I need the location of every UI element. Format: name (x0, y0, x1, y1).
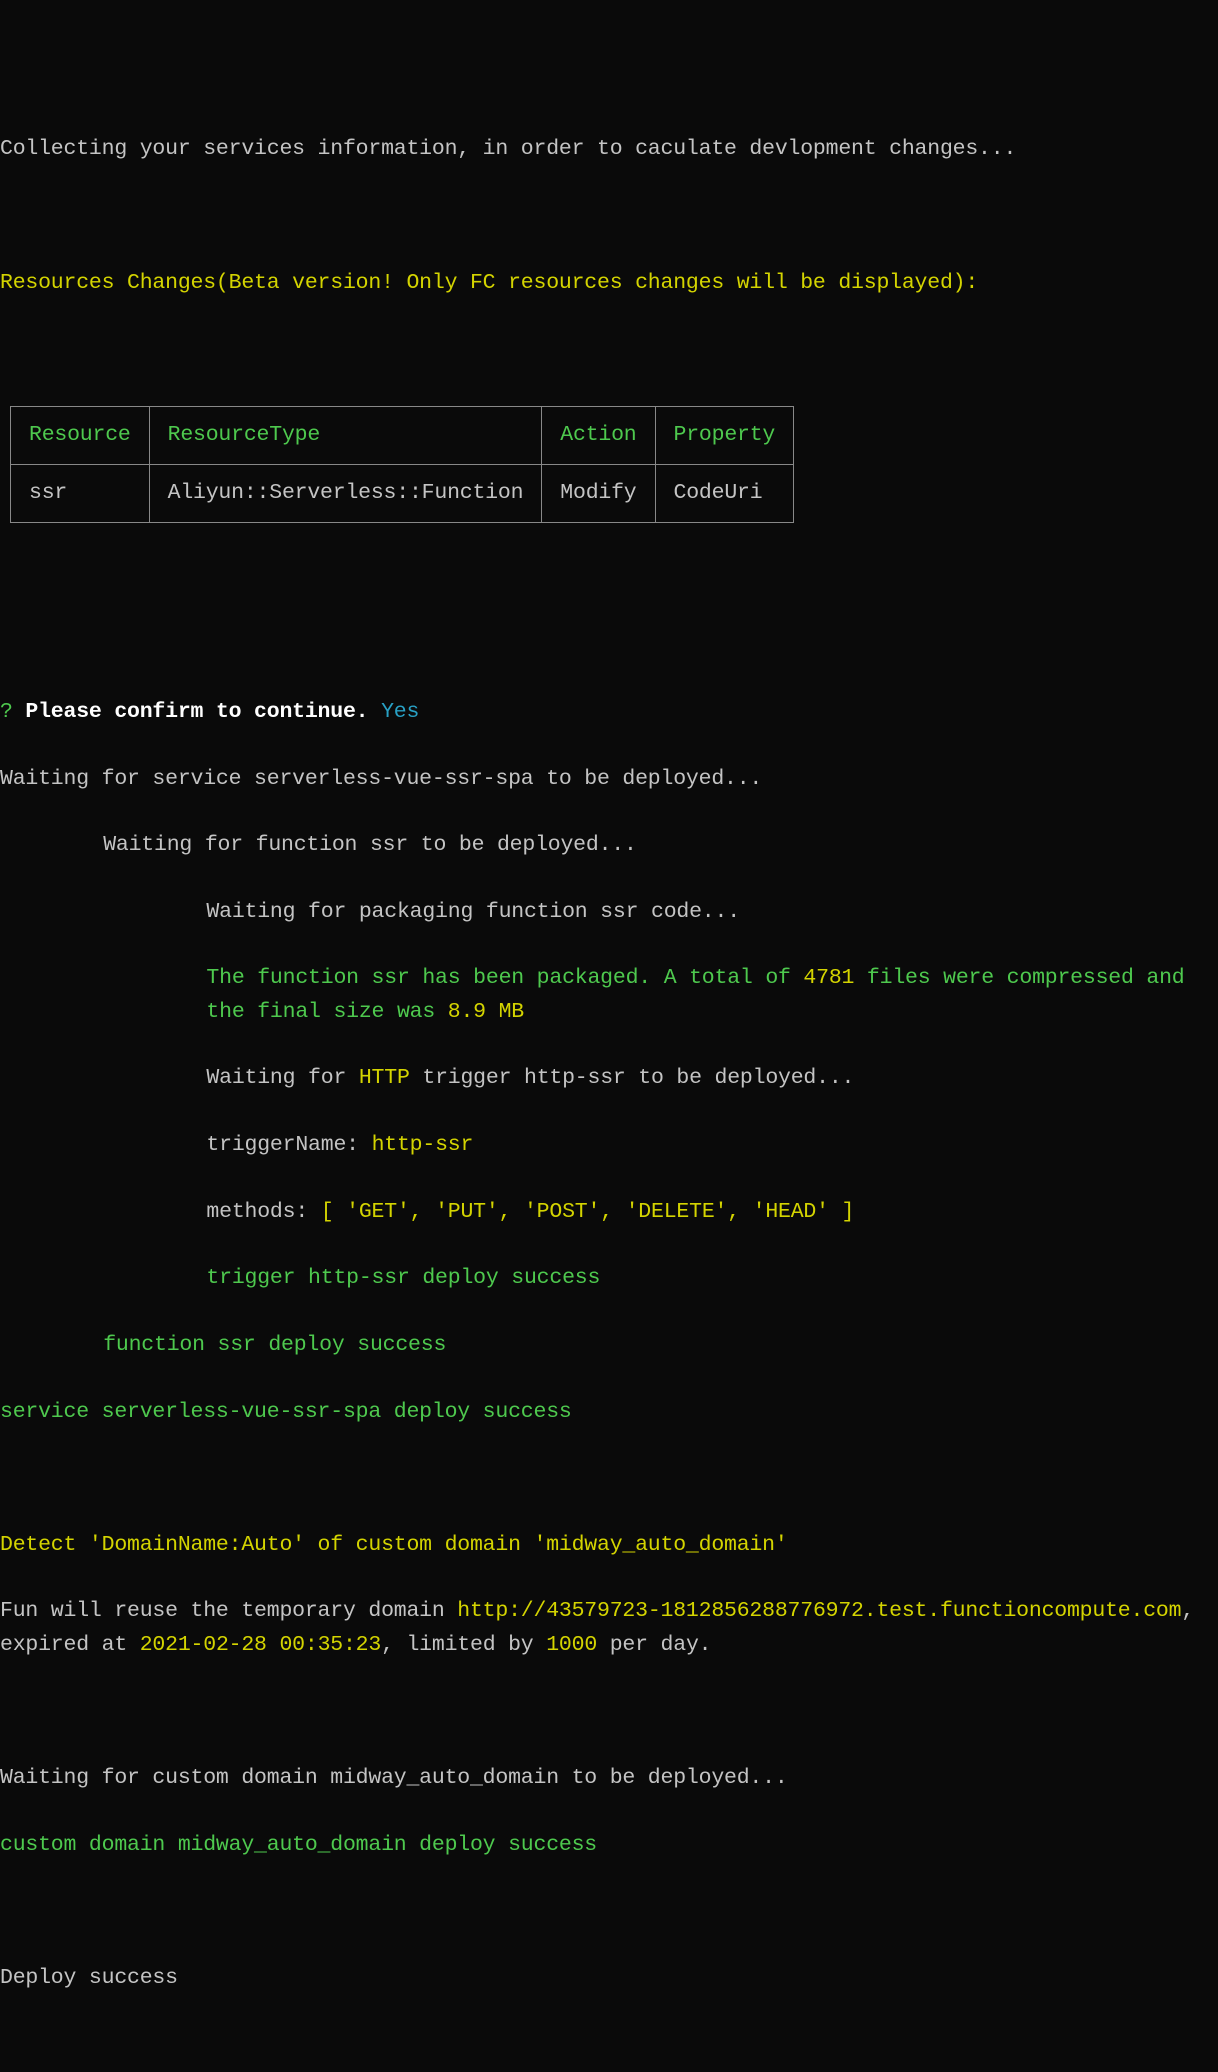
confirm-prompt[interactable]: ? Please confirm to continue. Yes (0, 696, 1218, 729)
deploy-package-wait: Waiting for packaging function ssr code.… (0, 896, 1218, 929)
domain-reuse: Fun will reuse the temporary domain http… (0, 1595, 1218, 1662)
cell-type: Aliyun::Serverless::Function (149, 465, 542, 523)
deploy-service-wait: Waiting for service serverless-vue-ssr-s… (0, 763, 1218, 796)
collecting-line: Collecting your services information, in… (0, 133, 1218, 166)
deploy-function-wait: Waiting for function ssr to be deployed.… (0, 829, 1218, 862)
deploy-methods: methods: [ 'GET', 'PUT', 'POST', 'DELETE… (0, 1196, 1218, 1229)
deploy-package-result: The function ssr has been packaged. A to… (0, 962, 1218, 1029)
header-action: Action (542, 406, 655, 464)
blank (0, 1895, 1218, 1928)
deploy-service-success: service serverless-vue-ssr-spa deploy su… (0, 1396, 1218, 1429)
blank (0, 200, 1218, 233)
header-property: Property (655, 406, 794, 464)
prompt-answer: Yes (381, 700, 419, 724)
prompt-text: Please confirm to continue. (25, 700, 368, 724)
deploy-final: Deploy success (0, 1962, 1218, 1995)
deploy-trigger-success: trigger http-ssr deploy success (0, 1262, 1218, 1295)
blank (0, 1462, 1218, 1495)
cell-resource: ssr (11, 465, 150, 523)
resources-table: Resource ResourceType Action Property ss… (10, 406, 794, 524)
cell-action: Modify (542, 465, 655, 523)
blank (0, 1695, 1218, 1728)
deploy-trigger-wait: Waiting for HTTP trigger http-ssr to be … (0, 1062, 1218, 1095)
table-row: ssr Aliyun::Serverless::Function Modify … (11, 465, 794, 523)
resources-header: Resources Changes(Beta version! Only FC … (0, 267, 1218, 300)
blank (0, 629, 1218, 662)
table-header-row: Resource ResourceType Action Property (11, 406, 794, 464)
cell-property: CodeUri (655, 465, 794, 523)
deploy-function-success: function ssr deploy success (0, 1329, 1218, 1362)
domain-detect: Detect 'DomainName:Auto' of custom domai… (0, 1529, 1218, 1562)
prompt-q: ? (0, 700, 13, 724)
header-type: ResourceType (149, 406, 542, 464)
domain-success: custom domain midway_auto_domain deploy … (0, 1829, 1218, 1862)
blank (0, 333, 1218, 366)
header-resource: Resource (11, 406, 150, 464)
domain-waiting: Waiting for custom domain midway_auto_do… (0, 1762, 1218, 1795)
deploy-trigger-name: triggerName: http-ssr (0, 1129, 1218, 1162)
blank (0, 563, 1218, 596)
